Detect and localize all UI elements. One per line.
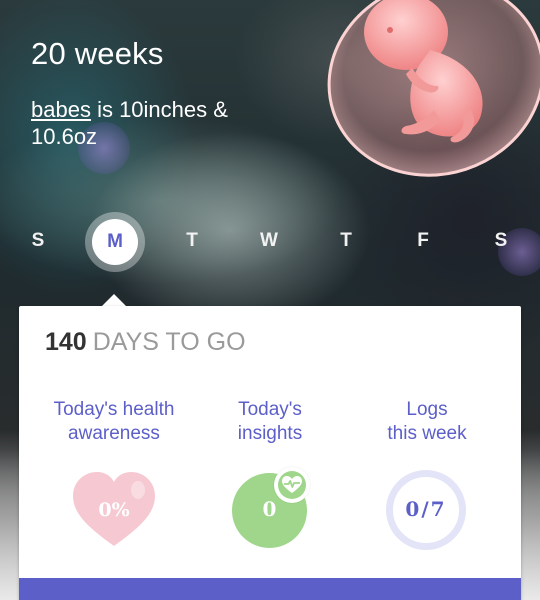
insights-badge (274, 467, 310, 503)
insights-title-line1: Today's (238, 399, 302, 420)
insights-title[interactable]: Today's insights (185, 398, 355, 446)
fetus-illustration[interactable] (320, 0, 540, 180)
days-to-go: 140 DAYS TO GO (45, 328, 246, 357)
health-heart-button[interactable]: 0% (71, 470, 157, 550)
day-friday[interactable]: F (403, 230, 443, 252)
baby-size-text: babes is 10inches & 10.6oz (31, 96, 281, 150)
health-title-line2: awareness (68, 423, 160, 444)
day-wednesday[interactable]: W (249, 230, 289, 252)
logs-title-line2: this week (387, 423, 467, 444)
pregnancy-summary-card: 140 DAYS TO GO Today's health awareness 0… (19, 306, 521, 600)
logs-progress-ring[interactable]: 0/7 (386, 470, 466, 550)
day-saturday[interactable]: S (481, 230, 521, 252)
day-monday-label: M (92, 219, 138, 265)
day-sunday[interactable]: S (18, 230, 58, 252)
fetus-icon (327, 0, 540, 177)
days-left-count: 140 (45, 328, 87, 356)
logs-title-line1: Logs (406, 399, 448, 420)
health-awareness-value: 0% (98, 499, 130, 521)
day-monday-selected[interactable]: M (85, 212, 145, 272)
health-title-line1: Today's health (53, 399, 175, 420)
card-action-bar[interactable] (19, 578, 521, 600)
pregnancy-week-title: 20 weeks (31, 36, 164, 71)
insights-title-line2: insights (237, 423, 303, 444)
logs-count: 0/7 (405, 497, 447, 521)
days-to-go-label: DAYS TO GO (92, 328, 246, 356)
heart-pulse-icon (278, 471, 306, 499)
health-awareness-title[interactable]: Today's health awareness (29, 398, 199, 446)
logs-title[interactable]: Logs this week (342, 398, 512, 446)
week-day-selector: S T W T F S (0, 210, 540, 274)
day-tuesday[interactable]: T (172, 230, 212, 252)
baby-name-link[interactable]: babes (31, 97, 91, 122)
day-thursday[interactable]: T (326, 230, 366, 252)
